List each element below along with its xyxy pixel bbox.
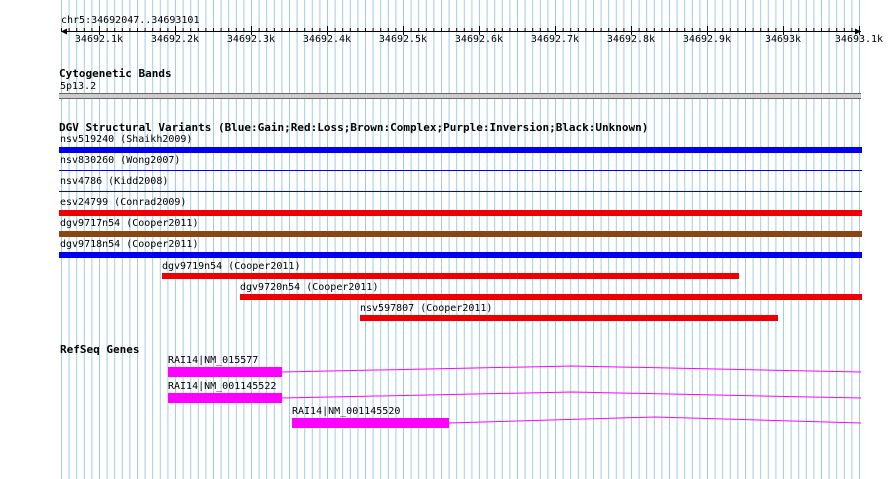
refseq-intron[interactable] — [0, 0, 890, 479]
genome-browser-panel: chr5:34692047..34693101 34692.1k 34692.2k… — [0, 0, 890, 479]
